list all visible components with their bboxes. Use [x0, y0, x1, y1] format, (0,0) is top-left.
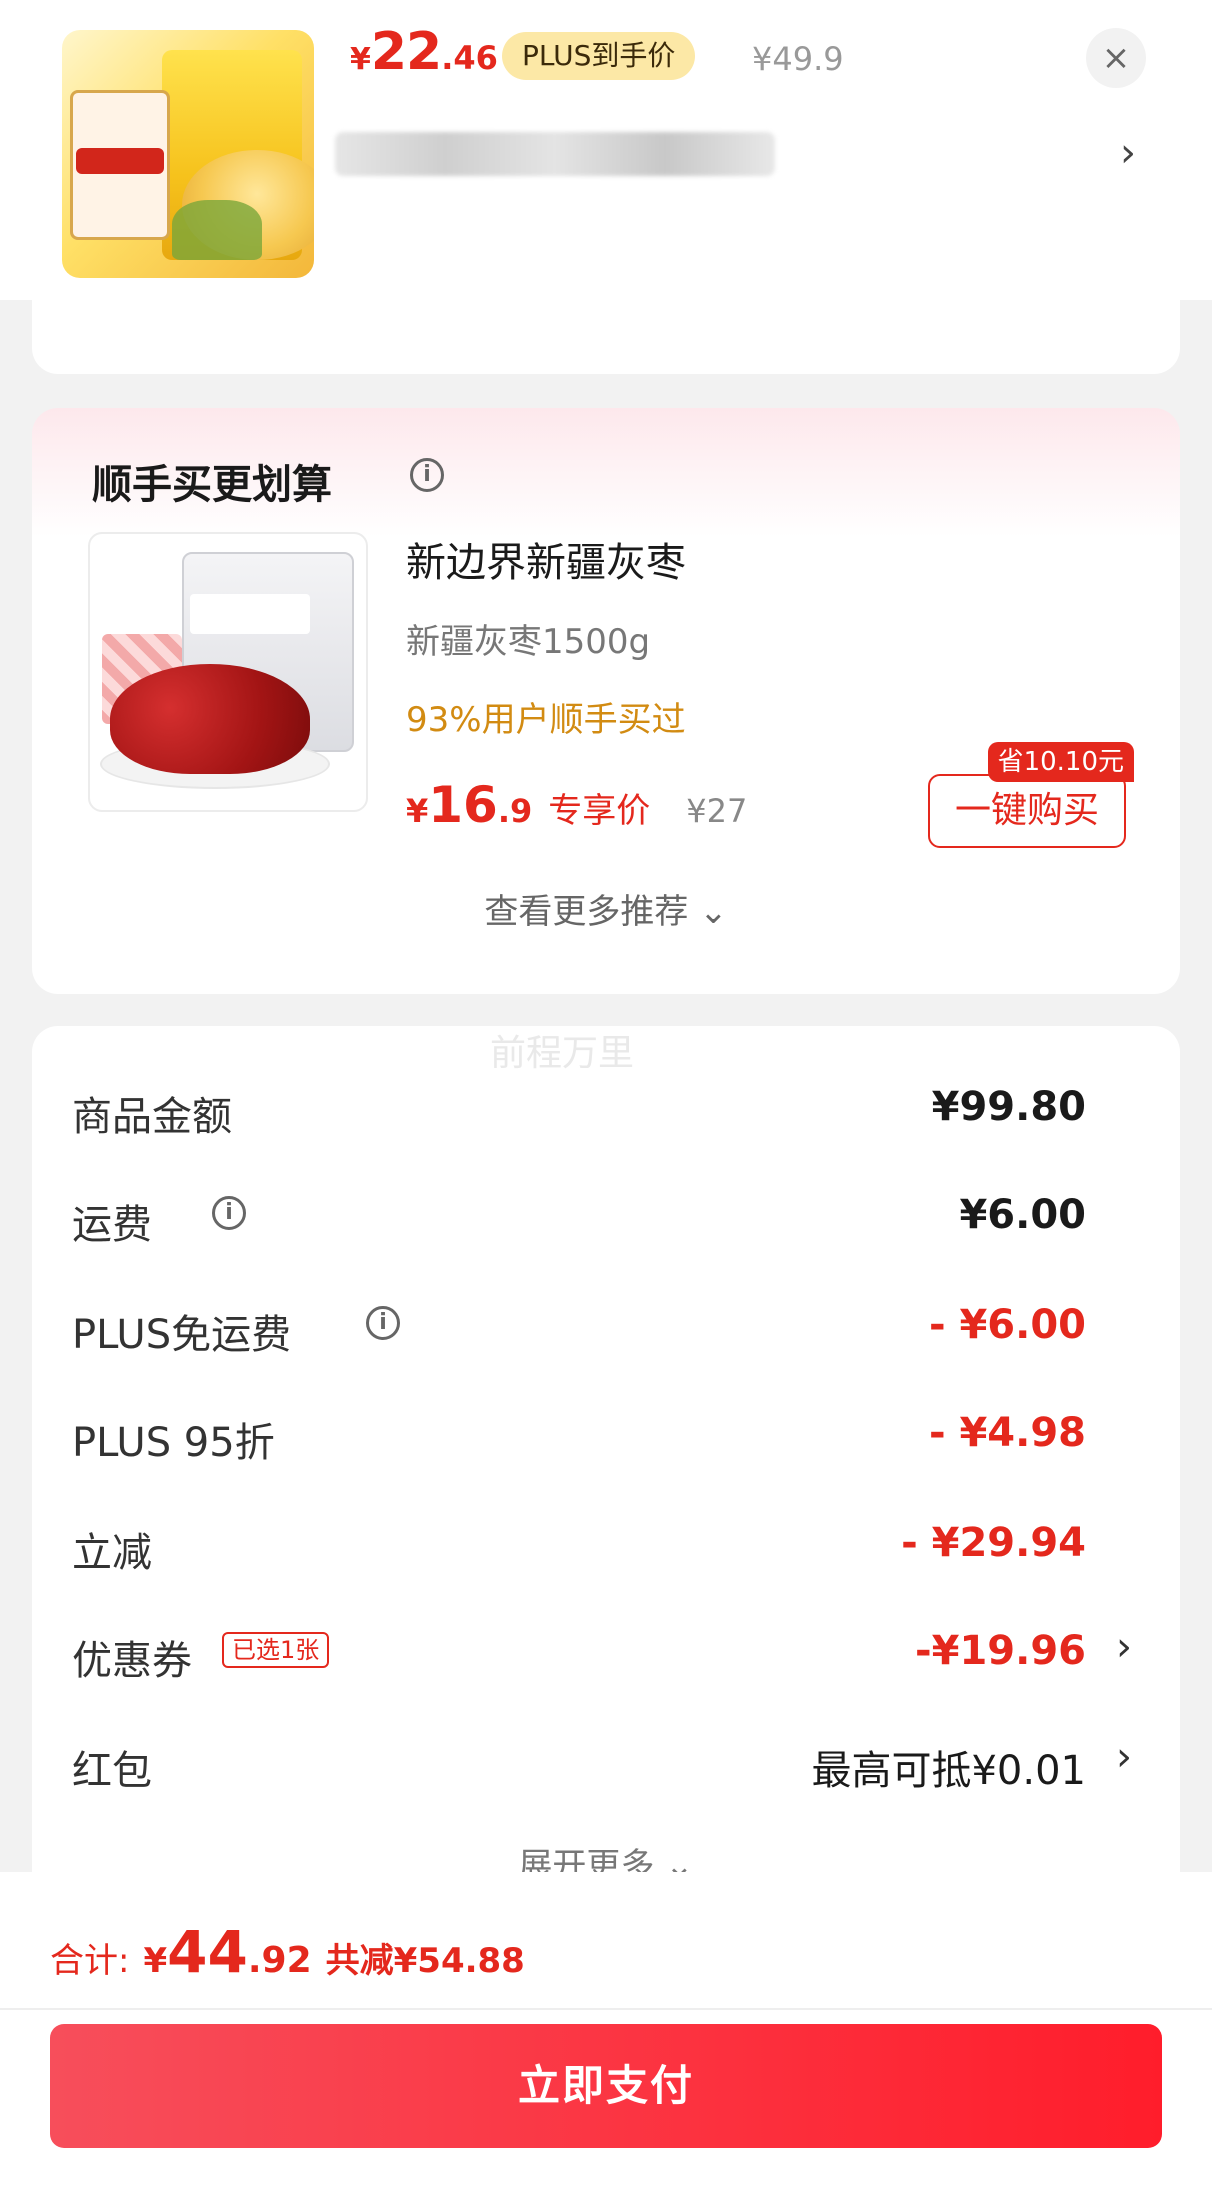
product-thumbnail[interactable]	[62, 30, 314, 278]
chevron-right-icon[interactable]: ›	[1116, 1624, 1132, 1670]
pay-now-button[interactable]: 立即支付	[50, 2024, 1162, 2148]
plus-discount-row: PLUS 95折 - ¥4.98	[72, 1404, 1140, 1466]
watermark: 前程万里	[490, 1033, 635, 1074]
red-packet-label: 红包	[72, 1748, 152, 1794]
price-symbol: ¥	[350, 42, 371, 77]
one-click-buy-button[interactable]: 一键购买	[928, 774, 1126, 848]
price-decimal: .46	[441, 39, 498, 77]
coupon-selected-tag: 已选1张	[222, 1632, 330, 1668]
shipping-row: 运费 i ¥6.00	[72, 1186, 1140, 1248]
instant-discount-row: 立减 - ¥29.94	[72, 1514, 1140, 1576]
price-integer: 16	[428, 776, 498, 834]
total-label: 合计:	[50, 1941, 130, 1981]
plus-discount-value: - ¥4.98	[928, 1410, 1086, 1456]
price-integer: 22	[370, 22, 442, 82]
divider	[0, 2008, 1212, 2010]
coupon-value: -¥19.96	[915, 1628, 1086, 1674]
recommend-product-image[interactable]	[88, 532, 368, 812]
previous-card-bottom	[32, 300, 1180, 374]
recommend-title: 顺手买更划算	[92, 462, 332, 508]
goods-amount-row: 商品金额 ¥99.80	[72, 1078, 1140, 1140]
info-icon[interactable]: i	[410, 458, 444, 492]
coupon-row[interactable]: 优惠券 已选1张 -¥19.96 ›	[72, 1622, 1140, 1684]
recommend-product-spec: 新疆灰枣1500g	[406, 622, 651, 662]
goods-amount-label: 商品金额	[72, 1094, 232, 1140]
fee-breakdown-card: 前程万里 商品金额 ¥99.80 运费 i ¥6.00 PLUS免运费 i - …	[32, 1026, 1180, 1876]
blurred-product-title[interactable]	[335, 132, 775, 176]
total-saved: 共减¥54.88	[325, 1941, 525, 1981]
one-click-buy: 一键购买 省10.10元	[928, 742, 1134, 852]
goods-amount-value: ¥99.80	[931, 1084, 1086, 1130]
chevron-right-icon[interactable]: ›	[1116, 1734, 1132, 1780]
close-icon[interactable]: ×	[1086, 28, 1146, 88]
product-summary-bar: ¥ 22 .46 PLUS到手价 ¥49.9 × ›	[0, 0, 1212, 300]
red-packet-row[interactable]: 红包 最高可抵¥0.01 ›	[72, 1732, 1140, 1794]
coupon-label: 优惠券	[72, 1638, 192, 1684]
recommend-product-name[interactable]: 新边界新疆灰枣	[406, 530, 686, 588]
plus-discount-label: PLUS 95折	[72, 1420, 275, 1466]
info-icon[interactable]: i	[366, 1306, 400, 1340]
total-integer: 44	[167, 1918, 248, 1986]
chevron-right-icon[interactable]: ›	[1120, 130, 1136, 176]
recommend-price: ¥ 16 .9 专享价 ¥27	[406, 776, 747, 834]
save-amount-badge: 省10.10元	[987, 742, 1134, 782]
price-decimal: .9	[497, 792, 533, 830]
plus-price-badge: PLUS到手价	[502, 32, 696, 80]
instant-discount-value: - ¥29.94	[901, 1520, 1086, 1566]
recommend-original-price: ¥27	[686, 792, 748, 830]
exclusive-price-label: 专享价	[548, 791, 651, 831]
plus-free-shipping-label: PLUS免运费	[72, 1312, 292, 1358]
variety-tag-image	[76, 148, 164, 174]
social-proof-text: 93%用户顺手买过	[406, 700, 686, 740]
instant-discount-label: 立减	[72, 1530, 152, 1576]
plus-free-shipping-value: - ¥6.00	[928, 1302, 1086, 1348]
info-icon[interactable]: i	[212, 1196, 246, 1230]
total-decimal: .92	[247, 1940, 312, 1981]
recommend-card: 顺手买更划算 i 新边界新疆灰枣 新疆灰枣1500g 93%用户顺手买过 ¥ 1…	[32, 408, 1180, 994]
total-amount: 合计: ¥ 44 .92 共减¥54.88	[50, 1918, 525, 1986]
view-more-recommend-link[interactable]: 查看更多推荐 ⌄	[32, 884, 1180, 933]
plus-free-shipping-row: PLUS免运费 i - ¥6.00	[72, 1296, 1140, 1358]
bag-label-image	[190, 594, 310, 634]
total-symbol: ¥	[143, 1941, 168, 1981]
shipping-label: 运费	[72, 1202, 152, 1248]
checkout-bottom-bar: 合计: ¥ 44 .92 共减¥54.88 立即支付	[0, 1872, 1212, 2188]
red-packet-value: 最高可抵¥0.01	[811, 1748, 1086, 1794]
red-dates-image	[110, 664, 310, 774]
shipping-value: ¥6.00	[959, 1192, 1086, 1238]
original-price: ¥49.9	[752, 40, 844, 78]
millet-image	[172, 200, 262, 260]
current-price: ¥ 22 .46	[350, 22, 498, 92]
price-symbol: ¥	[406, 792, 429, 830]
expand-more-link[interactable]: 展开更多 ⌄	[32, 1838, 1180, 1876]
